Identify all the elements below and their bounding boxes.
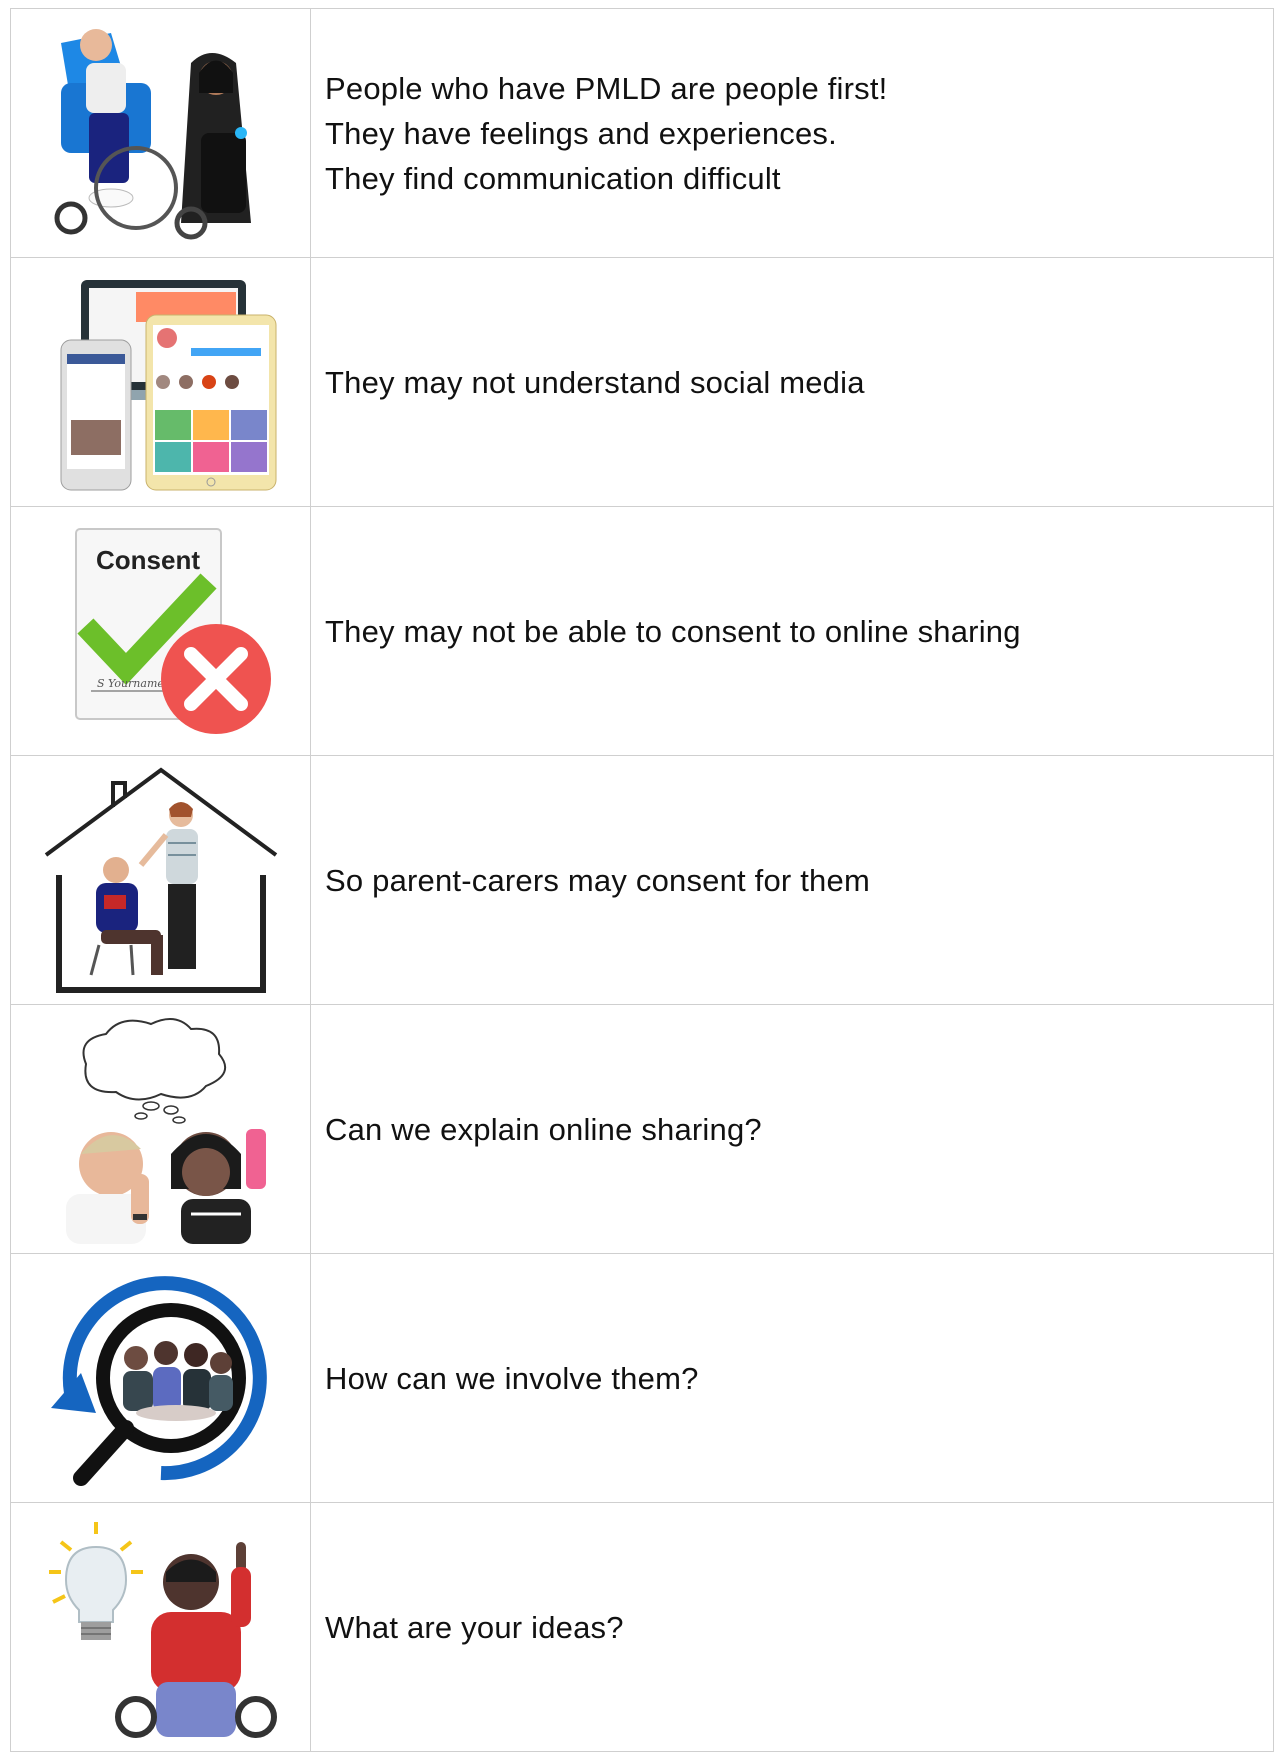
text-cell: Can we explain online sharing? (310, 1004, 1274, 1254)
image-cell (10, 1004, 311, 1254)
table-row: How can we involve them? (10, 1253, 1274, 1503)
image-cell (10, 755, 311, 1005)
easy-read-table: People who have PMLD are people first! T… (10, 8, 1274, 1752)
image-cell (10, 8, 311, 258)
svg-text:S Yourname: S Yourname (97, 677, 164, 690)
table-row: People who have PMLD are people first! T… (10, 8, 1274, 258)
row-text-line: They may not be able to consent to onlin… (325, 613, 1021, 649)
image-cell (10, 257, 311, 507)
row-text-line: Can we explain online sharing? (325, 1111, 762, 1147)
table-row: Can we explain online sharing? (10, 1004, 1274, 1254)
table-row: They may not understand social media (10, 257, 1274, 507)
table-row: What are your ideas? (10, 1502, 1274, 1752)
people-thinking-picture (65, 1018, 266, 1244)
image-cell: Consent S Yourname (10, 506, 311, 756)
row-text-line: People who have PMLD are people first! (325, 70, 888, 106)
table-row: Consent S Yourname They may not be able … (10, 506, 1274, 756)
image-cell (10, 1253, 311, 1503)
house-with-parents-picture (44, 767, 277, 993)
image-cell (10, 1502, 311, 1752)
two-wheelchair-users-picture (54, 29, 251, 240)
social-media-devices-picture (60, 279, 276, 490)
lightbulb-idea-picture (48, 1522, 277, 1738)
consent-form-picture: Consent S Yourname (74, 527, 271, 734)
row-text-line: How can we involve them? (325, 1360, 699, 1396)
row-text-line: So parent-carers may consent for them (325, 862, 870, 898)
text-cell: They may not be able to consent to onlin… (310, 506, 1274, 756)
table-row: So parent-carers may consent for them (10, 755, 1274, 1005)
text-cell: How can we involve them? (310, 1253, 1274, 1503)
row-text-line: They find communication difficult (325, 160, 781, 196)
text-cell: They may not understand social media (310, 257, 1274, 507)
svg-text:Consent: Consent (96, 545, 200, 575)
text-cell: So parent-carers may consent for them (310, 755, 1274, 1005)
row-text-line: They have feelings and experiences. (325, 115, 837, 151)
text-cell: What are your ideas? (310, 1502, 1274, 1752)
row-text-line: What are your ideas? (325, 1609, 624, 1645)
row-text-line: They may not understand social media (325, 364, 865, 400)
text-cell: People who have PMLD are people first! T… (310, 8, 1274, 258)
magnifier-group-picture (50, 1276, 267, 1486)
